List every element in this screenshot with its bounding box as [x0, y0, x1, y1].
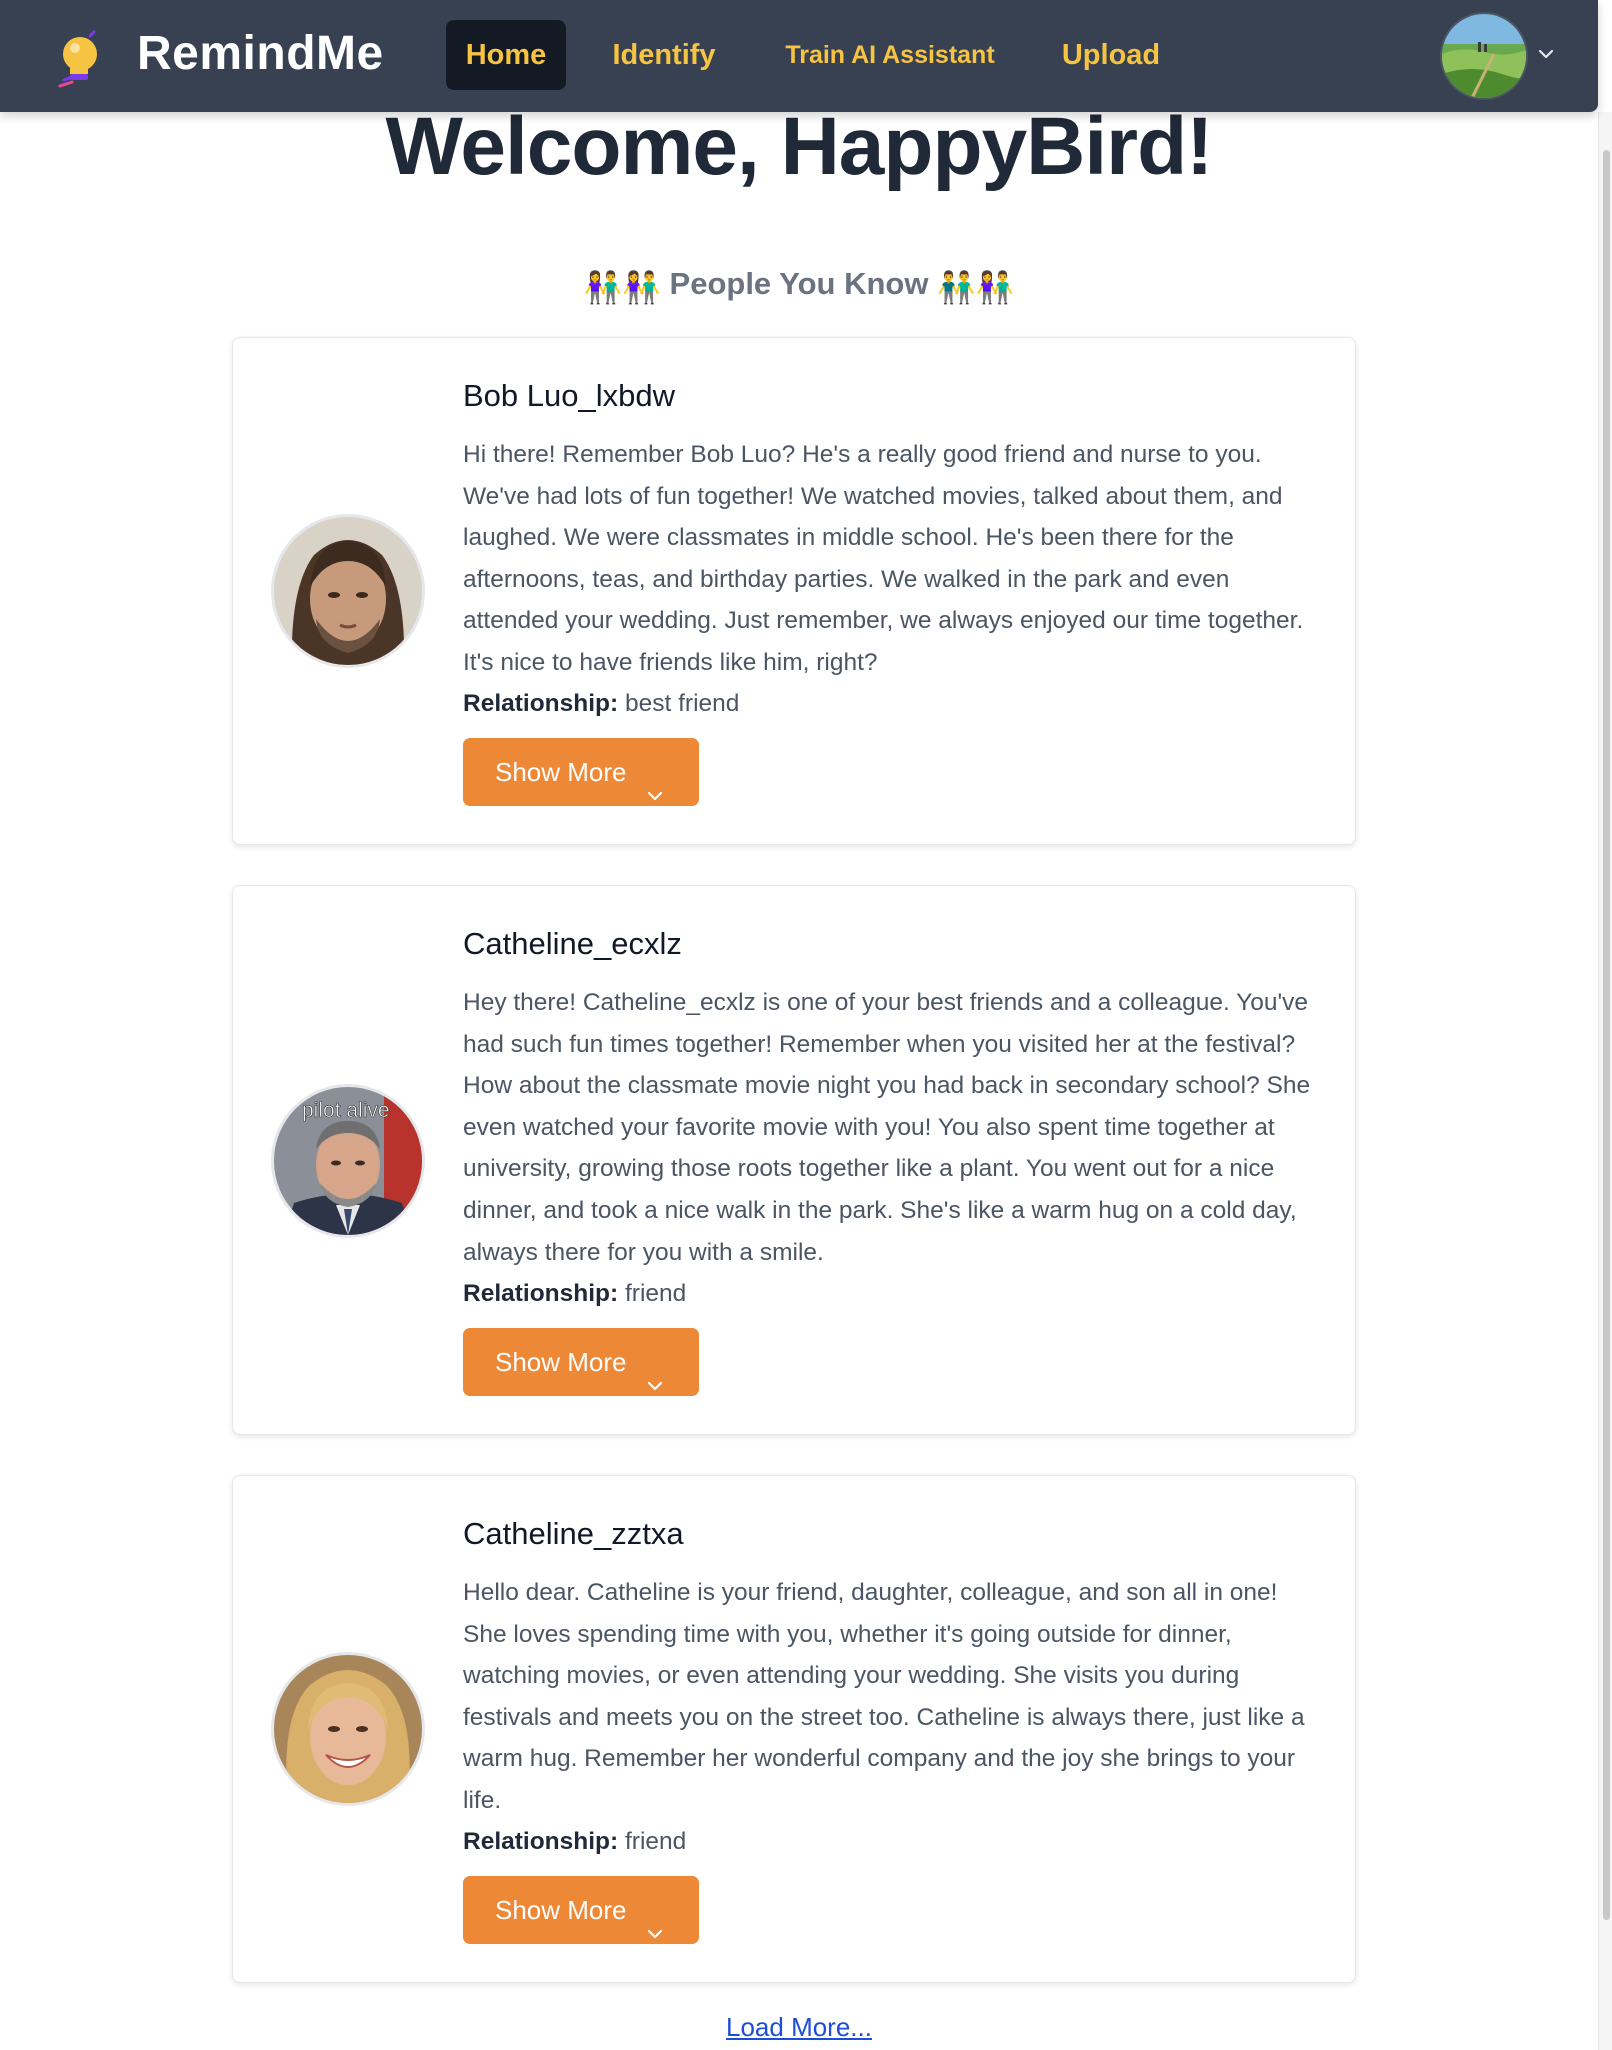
- chevron-down-icon: [645, 1353, 665, 1391]
- relationship-label: Relationship:: [463, 1828, 619, 1855]
- people-emoji-right-icon: 👬👫: [937, 270, 1015, 305]
- nav-train-ai-assistant[interactable]: Train AI Assistant: [770, 20, 1010, 90]
- person-photo: pilot alive: [271, 1084, 425, 1238]
- people-emoji-left-icon: 👫👫: [583, 270, 661, 305]
- scrollbar-thumb[interactable]: [1603, 150, 1610, 1920]
- person-name: Catheline_ecxlz: [463, 926, 682, 961]
- person-name: Catheline_zztxa: [463, 1516, 684, 1551]
- chevron-down-icon[interactable]: [1536, 44, 1556, 64]
- top-navbar: RemindMe Home Identify Train AI Assistan…: [0, 0, 1598, 112]
- relationship-value: best friend: [624, 690, 740, 717]
- welcome-heading: Welcome, HappyBird!: [385, 101, 1214, 192]
- person-relationship: Relationship: best friend: [463, 690, 739, 718]
- relationship-value: friend: [624, 1280, 687, 1307]
- show-more-button[interactable]: Show More: [463, 1328, 699, 1396]
- show-more-button[interactable]: Show More: [463, 1876, 699, 1944]
- show-more-label: Show More: [495, 1347, 627, 1377]
- person-description: Hey there! Catheline_ecxlz is one of you…: [463, 989, 1311, 1266]
- person-name: Bob Luo_lxbdw: [463, 378, 675, 413]
- chevron-down-icon: [645, 1901, 665, 1939]
- person-description: Hi there! Remember Bob Luo? He's a reall…: [463, 441, 1304, 676]
- chevron-down-icon: [645, 763, 665, 801]
- person-relationship: Relationship: friend: [463, 1280, 686, 1308]
- relationship-value: friend: [624, 1828, 687, 1855]
- person-photo: [271, 514, 425, 668]
- nav-home[interactable]: Home: [446, 20, 566, 90]
- photo-caption-text: pilot alive: [302, 1099, 390, 1122]
- brand-name[interactable]: RemindMe: [137, 26, 384, 81]
- people-heading-label: People You Know: [669, 266, 929, 301]
- lightbulb-icon[interactable]: [50, 30, 106, 92]
- relationship-label: Relationship:: [463, 1280, 619, 1307]
- person-description: Hello dear. Catheline is your friend, da…: [463, 1579, 1305, 1814]
- person-card: Bob Luo_lxbdw Hi there! Remember Bob Luo…: [232, 337, 1356, 845]
- load-more-link[interactable]: Load More...: [0, 2012, 1598, 2043]
- person-photo: [271, 1652, 425, 1806]
- person-card: pilot alive Catheline_ecxlz Hey there! C…: [232, 885, 1356, 1435]
- nav-upload[interactable]: Upload: [1046, 20, 1176, 90]
- person-card: Catheline_zztxa Hello dear. Catheline is…: [232, 1475, 1356, 1983]
- nav-identify[interactable]: Identify: [596, 20, 732, 90]
- people-you-know-heading: 👫👫 People You Know 👬👫: [0, 266, 1598, 306]
- show-more-label: Show More: [495, 757, 627, 787]
- user-avatar[interactable]: [1440, 12, 1528, 100]
- show-more-label: Show More: [495, 1895, 627, 1925]
- show-more-button[interactable]: Show More: [463, 738, 699, 806]
- person-relationship: Relationship: friend: [463, 1828, 686, 1856]
- relationship-label: Relationship:: [463, 690, 619, 717]
